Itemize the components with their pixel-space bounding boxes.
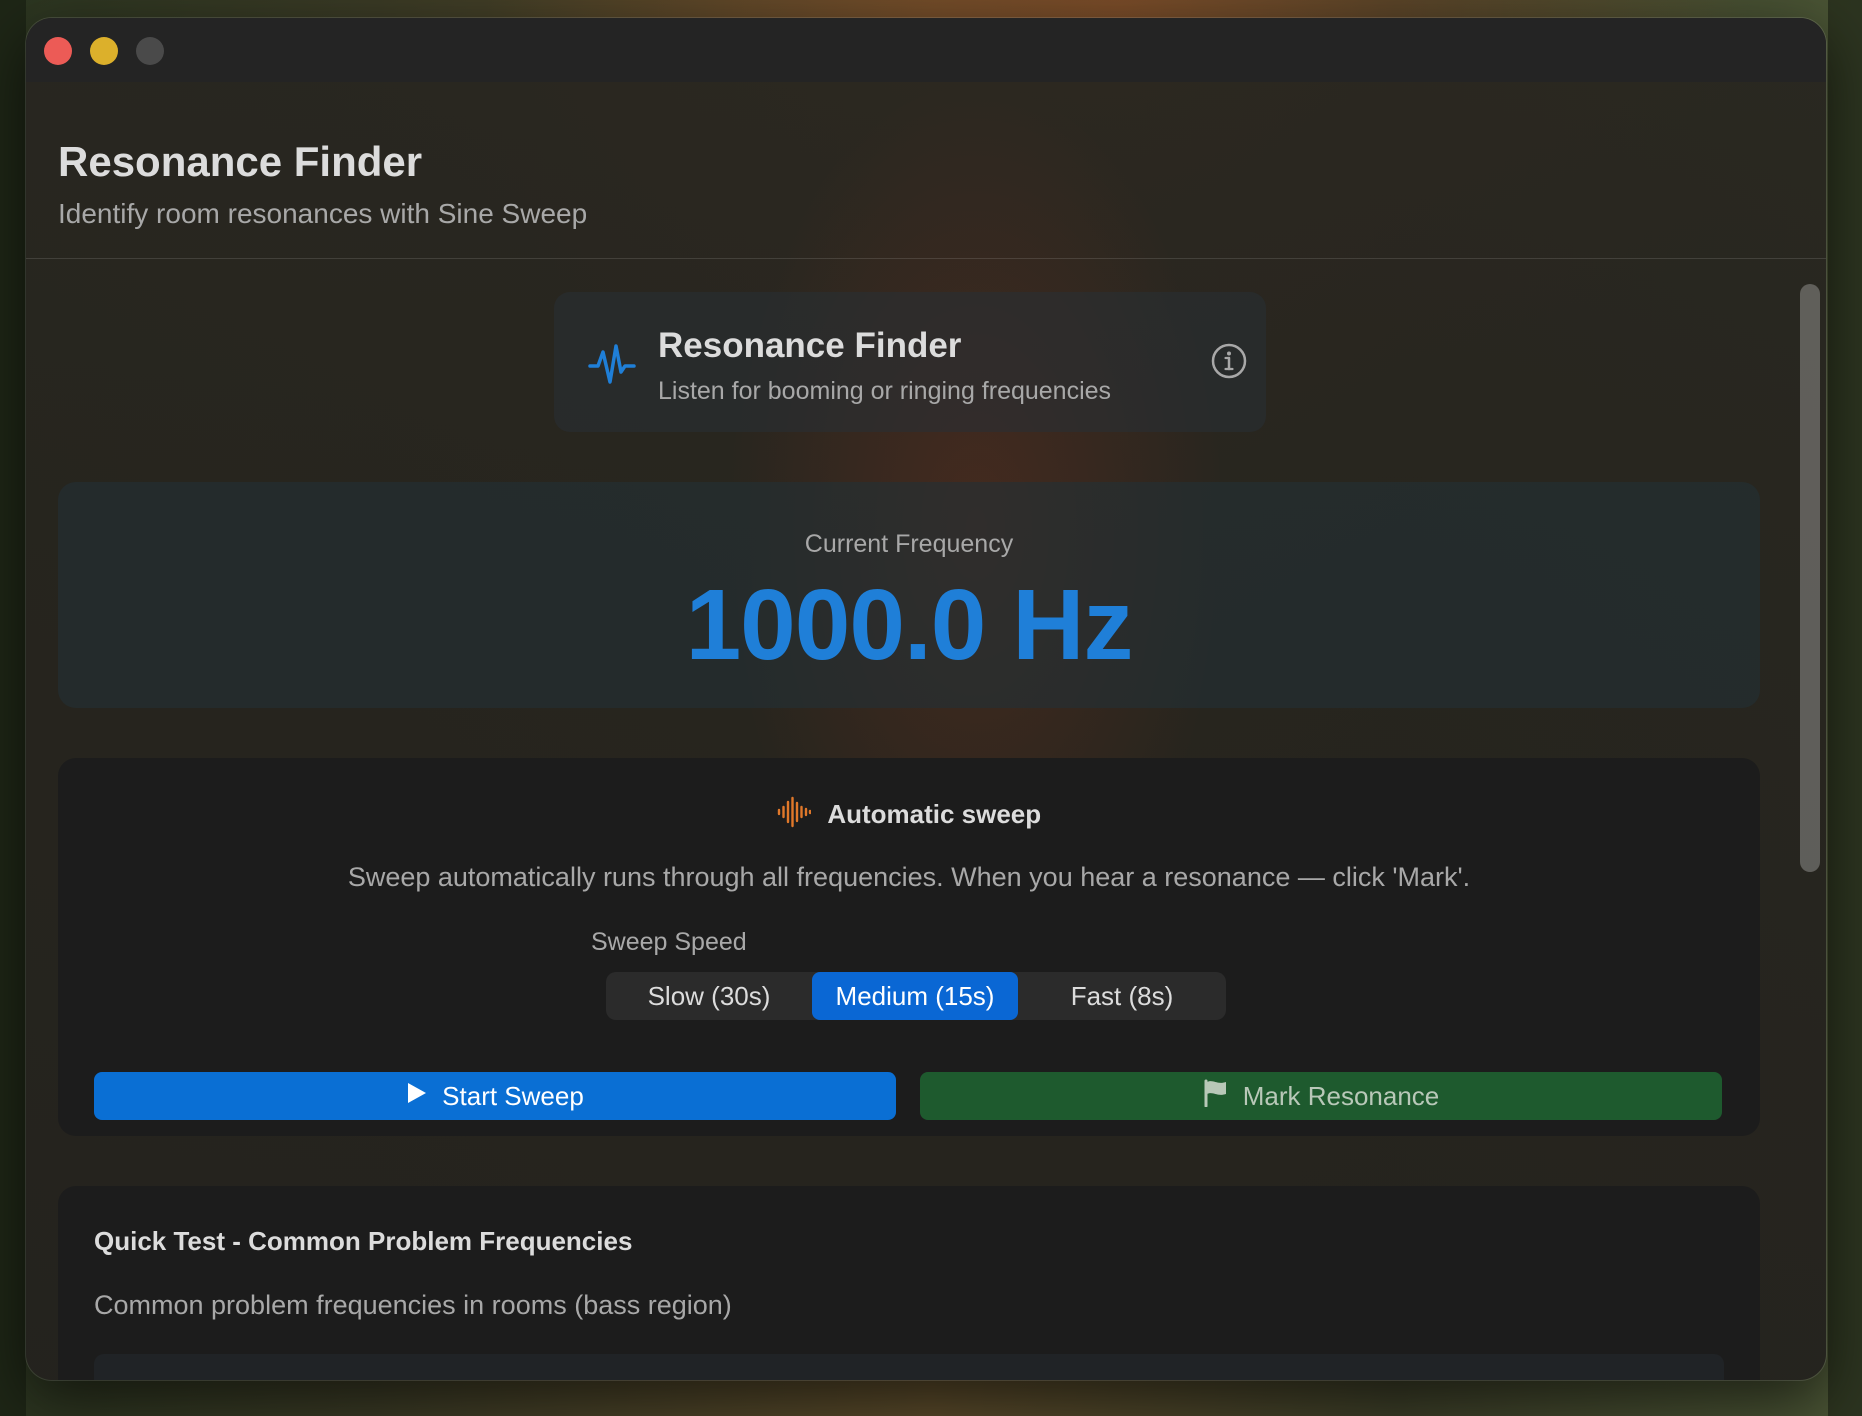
play-icon xyxy=(406,1081,428,1112)
quick-test-frequency-grid xyxy=(94,1354,1724,1380)
page-subtitle: Identify room resonances with Sine Sweep xyxy=(58,198,588,229)
titlebar xyxy=(26,18,1826,82)
quick-test-panel: Quick Test - Common Problem Frequencies … xyxy=(58,1186,1760,1380)
close-window-button[interactable] xyxy=(44,37,72,65)
flag-icon xyxy=(1203,1079,1229,1114)
start-sweep-label: Start Sweep xyxy=(442,1080,584,1111)
sweep-title: Automatic sweep xyxy=(827,799,1042,829)
sweep-description: Sweep automatically runs through all fre… xyxy=(347,862,1471,892)
frequency-display: Current Frequency 1000.0 Hz xyxy=(58,482,1760,708)
sweep-header: Automatic sweep xyxy=(58,796,1760,833)
page-header: Resonance Finder Identify room resonance… xyxy=(58,138,587,230)
app-window: Resonance Finder Identify room resonance… xyxy=(26,18,1826,1380)
mark-resonance-label: Mark Resonance xyxy=(1242,1080,1440,1111)
sweep-speed-selector[interactable]: Slow (30s) Medium (15s) Fast (8s) xyxy=(606,972,1226,1020)
waveform-icon xyxy=(777,796,812,833)
scrollbar-thumb[interactable] xyxy=(1800,284,1820,872)
maximize-window-button[interactable] xyxy=(136,37,164,65)
mark-resonance-button[interactable]: Mark Resonance xyxy=(920,1072,1722,1120)
waveform-path-icon xyxy=(588,340,636,393)
automatic-sweep-panel: Automatic sweep Sweep automatically runs… xyxy=(58,758,1760,1136)
start-sweep-button[interactable]: Start Sweep xyxy=(94,1072,896,1120)
frequency-label: Current Frequency xyxy=(804,530,1014,558)
background-forest-right xyxy=(1828,0,1862,1416)
speed-option-fast[interactable]: Fast (8s) xyxy=(1018,972,1226,1020)
info-card: Resonance Finder Listen for booming or r… xyxy=(554,292,1266,432)
speed-option-medium[interactable]: Medium (15s) xyxy=(812,972,1018,1020)
info-circle-icon[interactable] xyxy=(1210,342,1248,385)
quick-test-title: Quick Test - Common Problem Frequencies xyxy=(94,1226,633,1256)
frequency-value: 1000.0 Hz xyxy=(685,569,1134,681)
quick-test-description: Common problem frequencies in rooms (bas… xyxy=(94,1290,732,1320)
page-title: Resonance Finder xyxy=(58,138,423,185)
background-forest-left xyxy=(0,0,26,1416)
header-divider xyxy=(26,258,1826,259)
sweep-speed-label: Sweep Speed xyxy=(591,928,747,956)
speed-option-slow[interactable]: Slow (30s) xyxy=(606,972,812,1020)
info-card-title: Resonance Finder xyxy=(658,326,962,365)
info-card-subtitle: Listen for booming or ringing frequencie… xyxy=(658,377,1112,405)
minimize-window-button[interactable] xyxy=(90,37,118,65)
